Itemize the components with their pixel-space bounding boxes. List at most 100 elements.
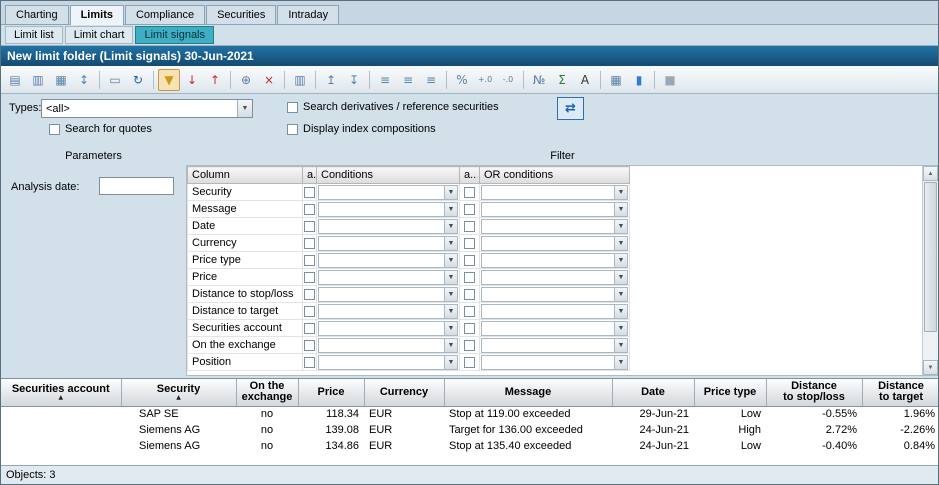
condition-select[interactable]: ▼ xyxy=(318,338,458,353)
and-checkbox[interactable] xyxy=(304,340,315,351)
align-left-icon[interactable]: ≡ xyxy=(374,69,396,91)
refresh-icon[interactable]: ↻ xyxy=(127,69,149,91)
scroll-thumb[interactable] xyxy=(924,182,937,332)
bar-chart-icon[interactable]: ▮ xyxy=(628,69,650,91)
condition-select[interactable]: ▼ xyxy=(318,270,458,285)
or-condition-select[interactable]: ▼ xyxy=(481,219,628,234)
chart-icon[interactable]: ▤ xyxy=(4,69,26,91)
insert-icon[interactable]: ⊕ xyxy=(235,69,257,91)
or-checkbox[interactable] xyxy=(464,187,475,198)
condition-select[interactable]: ▼ xyxy=(318,202,458,217)
sort-descending-icon[interactable]: ↧ xyxy=(343,69,365,91)
condition-select[interactable]: ▼ xyxy=(318,185,458,200)
or-condition-select[interactable]: ▼ xyxy=(481,253,628,268)
search-derivatives-checkbox[interactable]: Search derivatives / reference securitie… xyxy=(287,101,499,113)
sort-ascending-icon[interactable]: ↥ xyxy=(320,69,342,91)
tab-charting[interactable]: Charting xyxy=(5,5,69,24)
condition-select[interactable]: ▼ xyxy=(318,355,458,370)
condition-select[interactable]: ▼ xyxy=(318,321,458,336)
or-checkbox[interactable] xyxy=(464,255,475,266)
col-header-distance-stop-loss[interactable]: Distanceto stop/loss xyxy=(766,379,862,406)
and-checkbox[interactable] xyxy=(304,272,315,283)
align-right-icon[interactable]: ≡ xyxy=(420,69,442,91)
columns-icon[interactable]: ▥ xyxy=(289,69,311,91)
or-checkbox[interactable] xyxy=(464,340,475,351)
tab-securities[interactable]: Securities xyxy=(206,5,276,24)
types-select[interactable]: <all> ▼ xyxy=(41,99,253,118)
or-condition-select[interactable]: ▼ xyxy=(481,185,628,200)
col-header-security[interactable]: Security▲ xyxy=(121,379,236,406)
result-row[interactable]: Siemens AG no 139.08 EUR Target for 136.… xyxy=(1,422,938,438)
or-condition-select[interactable]: ▼ xyxy=(481,287,628,302)
delete-icon[interactable]: × xyxy=(258,69,280,91)
and-checkbox[interactable] xyxy=(304,187,315,198)
chart-frame-icon[interactable]: ▦ xyxy=(50,69,72,91)
condition-select[interactable]: ▼ xyxy=(318,304,458,319)
execute-search-button[interactable]: ⇄ xyxy=(557,97,584,120)
and-checkbox[interactable] xyxy=(304,238,315,249)
and-checkbox[interactable] xyxy=(304,255,315,266)
col-header-price[interactable]: Price xyxy=(298,379,364,406)
table-icon[interactable]: ▦ xyxy=(605,69,627,91)
tab-compliance[interactable]: Compliance xyxy=(125,5,205,24)
or-checkbox[interactable] xyxy=(464,221,475,232)
scroll-down-button[interactable]: ▼ xyxy=(923,360,938,375)
or-condition-select[interactable]: ▼ xyxy=(481,355,628,370)
or-condition-select[interactable]: ▼ xyxy=(481,338,628,353)
tab-intraday[interactable]: Intraday xyxy=(277,5,339,24)
or-checkbox[interactable] xyxy=(464,272,475,283)
condition-select[interactable]: ▼ xyxy=(318,236,458,251)
search-quotes-checkbox[interactable]: Search for quotes xyxy=(49,123,152,135)
col-header-price-type[interactable]: Price type xyxy=(694,379,766,406)
new-window-icon[interactable]: ▭ xyxy=(104,69,126,91)
condition-select[interactable]: ▼ xyxy=(318,287,458,302)
or-checkbox[interactable] xyxy=(464,204,475,215)
number-format-icon[interactable]: № xyxy=(528,69,550,91)
or-condition-select[interactable]: ▼ xyxy=(481,270,628,285)
or-checkbox[interactable] xyxy=(464,306,475,317)
sum-icon[interactable]: Σ xyxy=(551,69,573,91)
decrease-decimal-icon[interactable]: -.0 xyxy=(497,69,519,91)
and-checkbox[interactable] xyxy=(304,357,315,368)
signal-down-icon[interactable]: ↓ xyxy=(181,69,203,91)
and-checkbox[interactable] xyxy=(304,204,315,215)
or-condition-select[interactable]: ▼ xyxy=(481,236,628,251)
or-condition-select[interactable]: ▼ xyxy=(481,304,628,319)
col-header-distance-target[interactable]: Distanceto target xyxy=(862,379,938,406)
increase-decimal-icon[interactable]: +.0 xyxy=(474,69,496,91)
col-header-message[interactable]: Message xyxy=(444,379,612,406)
condition-select[interactable]: ▼ xyxy=(318,253,458,268)
subtab-limit-signals[interactable]: Limit signals xyxy=(135,26,214,44)
or-checkbox[interactable] xyxy=(464,323,475,334)
or-checkbox[interactable] xyxy=(464,289,475,300)
and-checkbox[interactable] xyxy=(304,289,315,300)
result-row[interactable]: Siemens AG no 134.86 EUR Stop at 135.40 … xyxy=(1,438,938,454)
subtab-limit-chart[interactable]: Limit chart xyxy=(65,26,134,44)
analysis-date-input[interactable] xyxy=(99,177,174,195)
display-index-checkbox[interactable]: Display index compositions xyxy=(287,123,436,135)
subtab-limit-list[interactable]: Limit list xyxy=(5,26,63,44)
filter-scrollbar[interactable]: ▲ ▼ xyxy=(922,166,938,375)
chart-axes-icon[interactable]: ▥ xyxy=(27,69,49,91)
percent-icon[interactable]: % xyxy=(451,69,473,91)
col-header-securities-account[interactable]: Securities account▲ xyxy=(1,379,121,406)
tab-limits[interactable]: Limits xyxy=(70,5,124,25)
chart-range-icon[interactable]: ↕ xyxy=(73,69,95,91)
col-header-date[interactable]: Date xyxy=(612,379,694,406)
font-icon[interactable]: A xyxy=(574,69,596,91)
and-checkbox[interactable] xyxy=(304,221,315,232)
col-header-currency[interactable]: Currency xyxy=(364,379,444,406)
or-checkbox[interactable] xyxy=(464,357,475,368)
result-row[interactable]: SAP SE no 118.34 EUR Stop at 119.00 exce… xyxy=(1,406,938,422)
align-center-icon[interactable]: ≡ xyxy=(397,69,419,91)
or-condition-select[interactable]: ▼ xyxy=(481,202,628,217)
signal-up-icon[interactable]: ↑ xyxy=(204,69,226,91)
filter-icon[interactable]: ▼ xyxy=(158,69,180,91)
condition-select[interactable]: ▼ xyxy=(318,219,458,234)
or-checkbox[interactable] xyxy=(464,238,475,249)
and-checkbox[interactable] xyxy=(304,306,315,317)
stop-icon[interactable]: ■ xyxy=(659,69,681,91)
col-header-on-the-exchange[interactable]: On theexchange xyxy=(236,379,298,406)
and-checkbox[interactable] xyxy=(304,323,315,334)
scroll-up-button[interactable]: ▲ xyxy=(923,166,938,181)
